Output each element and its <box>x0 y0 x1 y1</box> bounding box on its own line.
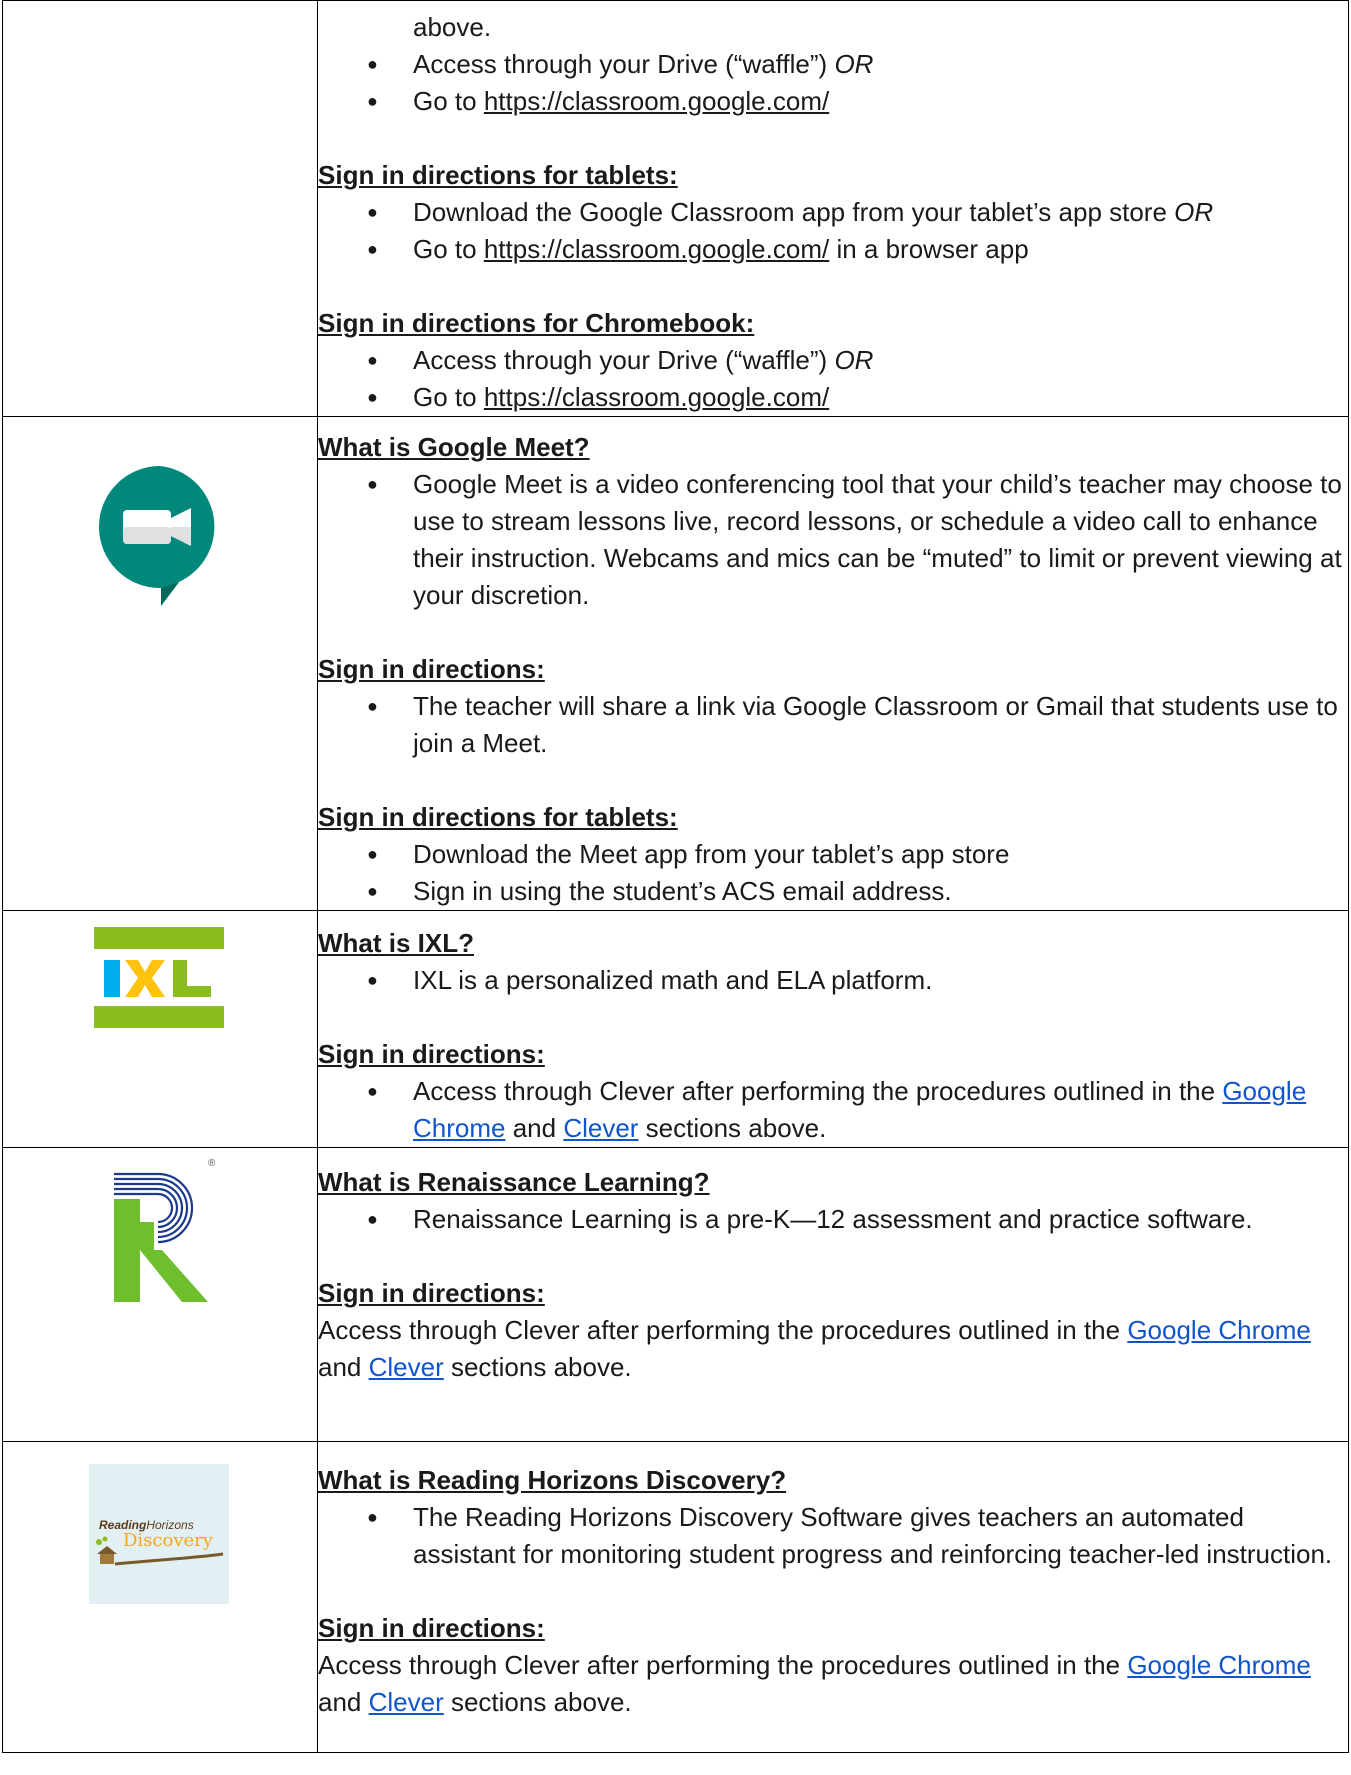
icon-cell-meet <box>2 416 318 911</box>
renaissance-signin-text: Access through Clever after performing t… <box>318 1315 1311 1382</box>
ixl-heading: What is IXL? <box>318 928 474 958</box>
icon-cell-empty <box>2 0 318 417</box>
row-renaissance: ® What is Renaissance Learning? Renaissa… <box>2 1147 1349 1442</box>
reading-signin-heading: Sign in directions: <box>318 1613 545 1643</box>
ixl-signin-bullets: Access through Clever after performing t… <box>318 1073 1348 1147</box>
list-item: Download the Meet app from your tablet’s… <box>367 836 1348 873</box>
reading-bullets: The Reading Horizons Discovery Software … <box>318 1499 1348 1573</box>
list-item: Access through Clever after performing t… <box>367 1073 1348 1147</box>
reading-signin-text: Access through Clever after performing t… <box>318 1650 1311 1717</box>
renaissance-logo: ® <box>110 1158 220 1302</box>
text-cell-classroom: above. Access through your Drive (“waffl… <box>317 0 1349 417</box>
meet-signin-heading: Sign in directions: <box>318 654 545 684</box>
tablets-heading: Sign in directions for tablets: <box>318 160 678 190</box>
classroom-link[interactable]: https://classroom.google.com/ <box>484 86 829 116</box>
google-chrome-link[interactable]: Google Chrome <box>1127 1650 1311 1680</box>
list-item: Download the Google Classroom app from y… <box>367 194 1348 231</box>
registered-mark: ® <box>208 1158 216 1169</box>
list-item: Google Meet is a video conferencing tool… <box>367 466 1348 614</box>
list-item: Sign in using the student’s ACS email ad… <box>367 873 1348 910</box>
list-item: The Reading Horizons Discovery Software … <box>367 1499 1348 1573</box>
icon-cell-reading-horizons: ReadingHorizons Discovery <box>2 1441 318 1753</box>
ixl-bullets: IXL is a personalized math and ELA platf… <box>318 962 1348 999</box>
icon-cell-ixl <box>2 910 318 1148</box>
row-google-meet: What is Google Meet? Google Meet is a vi… <box>2 416 1349 911</box>
google-chrome-link[interactable]: Google Chrome <box>1127 1315 1311 1345</box>
classroom-link[interactable]: https://classroom.google.com/ <box>484 234 829 264</box>
icon-cell-renaissance: ® <box>2 1147 318 1442</box>
reading-heading: What is Reading Horizons Discovery? <box>318 1465 787 1495</box>
list-item: Go to https://classroom.google.com/ in a… <box>367 231 1348 268</box>
list-item: Go to https://classroom.google.com/ <box>367 83 1348 120</box>
tablets-bullets: Download the Google Classroom app from y… <box>318 194 1348 268</box>
classroom-link[interactable]: https://classroom.google.com/ <box>484 382 829 412</box>
classroom-bullets: Access through your Drive (“waffle”) OR … <box>318 46 1348 120</box>
list-item: Access through your Drive (“waffle”) OR <box>367 342 1348 379</box>
meet-bullets: Google Meet is a video conferencing tool… <box>318 466 1348 614</box>
list-item: IXL is a personalized math and ELA platf… <box>367 962 1348 999</box>
row-google-classroom: above. Access through your Drive (“waffl… <box>2 0 1349 417</box>
renaissance-bullets: Renaissance Learning is a pre-K—12 asses… <box>318 1201 1348 1238</box>
row-reading-horizons: ReadingHorizons Discovery What is Readin… <box>2 1441 1349 1753</box>
renaissance-signin-heading: Sign in directions: <box>318 1278 545 1308</box>
renaissance-heading: What is Renaissance Learning? <box>318 1167 710 1197</box>
google-meet-icon <box>98 466 221 611</box>
chromebook-heading: Sign in directions for Chromebook: <box>318 308 755 338</box>
ixl-signin-heading: Sign in directions: <box>318 1039 545 1069</box>
text-cell-reading-horizons: What is Reading Horizons Discovery? The … <box>317 1441 1349 1753</box>
list-item: Go to https://classroom.google.com/ <box>367 379 1348 416</box>
text-cell-meet: What is Google Meet? Google Meet is a vi… <box>317 416 1349 911</box>
clever-link[interactable]: Clever <box>369 1352 444 1382</box>
meet-tablets-bullets: Download the Meet app from your tablet’s… <box>318 836 1348 910</box>
list-item: The teacher will share a link via Google… <box>367 688 1348 762</box>
chromebook-bullets: Access through your Drive (“waffle”) OR … <box>318 342 1348 416</box>
continuation-text: above. <box>413 12 492 42</box>
text-cell-renaissance: What is Renaissance Learning? Renaissanc… <box>317 1147 1349 1442</box>
clever-link[interactable]: Clever <box>369 1687 444 1717</box>
text-cell-ixl: What is IXL? IXL is a personalized math … <box>317 910 1349 1148</box>
list-item: Renaissance Learning is a pre-K—12 asses… <box>367 1201 1348 1238</box>
row-ixl: What is IXL? IXL is a personalized math … <box>2 910 1349 1148</box>
apps-table: above. Access through your Drive (“waffl… <box>2 0 1349 1753</box>
clever-link[interactable]: Clever <box>563 1113 638 1143</box>
meet-heading: What is Google Meet? <box>318 432 590 462</box>
ixl-logo <box>94 927 224 1028</box>
meet-tablets-heading: Sign in directions for tablets: <box>318 802 678 832</box>
meet-signin-bullets: The teacher will share a link via Google… <box>318 688 1348 762</box>
reading-horizons-logo: ReadingHorizons Discovery <box>89 1464 229 1604</box>
list-item: Access through your Drive (“waffle”) OR <box>367 46 1348 83</box>
